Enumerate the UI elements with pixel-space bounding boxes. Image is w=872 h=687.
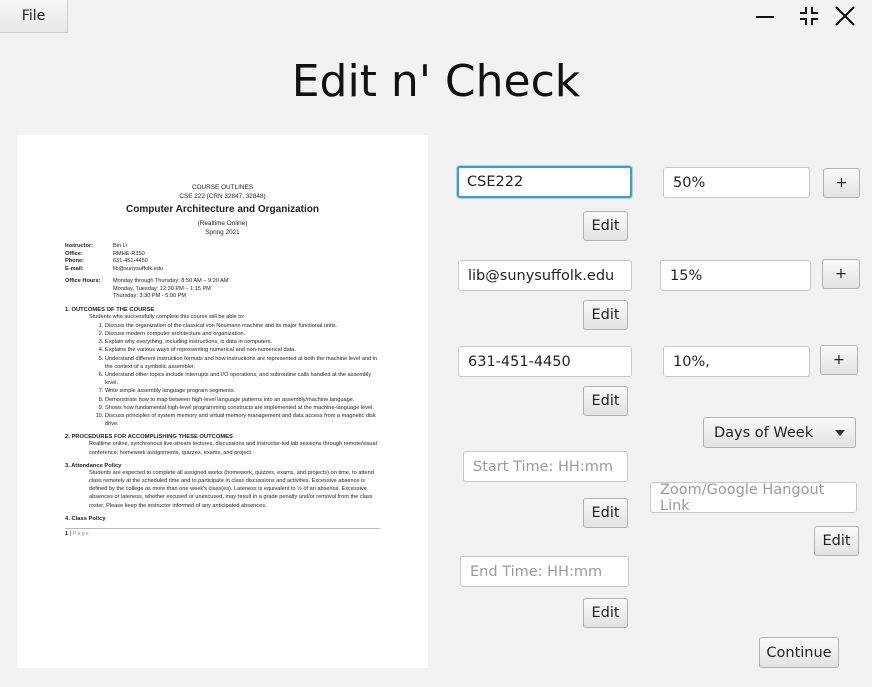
edit-start-time-button[interactable]: Edit [583, 498, 628, 528]
doc-course-title: Computer Architecture and Organization [126, 204, 319, 215]
doc-section-heading: 4. Class Policy [65, 515, 106, 522]
doc-office-hours-key: Office Hours: [65, 278, 101, 284]
add-button-3[interactable]: + [820, 345, 858, 375]
email-field[interactable]: lib@sunysuffolk.edu [458, 260, 632, 291]
file-menu[interactable]: File [0, 0, 68, 33]
doc-info-value: RMHE-R350 [113, 250, 145, 257]
close-icon[interactable] [830, 2, 860, 30]
end-time-field[interactable]: End Time: HH:mm [460, 556, 629, 587]
list-item: Explain why everything, including instru… [105, 338, 380, 346]
doc-subheading: CSE 222 (CRN 32847, 32848) [179, 193, 266, 200]
percent-field-1[interactable]: 50% [663, 167, 810, 198]
list-item: Demonstrate how to map between high-leve… [105, 396, 380, 404]
list-item: Discuss the organization of the classica… [105, 322, 380, 330]
doc-mode: (Realtime Online) [197, 220, 248, 227]
minimize-icon[interactable] [750, 2, 780, 30]
doc-heading: COURSE OUTLINES [191, 184, 254, 191]
doc-outcomes-list: Discuss the organization of the classica… [65, 322, 380, 429]
days-of-week-select[interactable]: Days of Week [703, 417, 856, 448]
percent-field-2[interactable]: 15% [660, 260, 811, 291]
doc-info-key: Office: [65, 250, 83, 257]
document-preview: COURSE OUTLINES CSE 222 (CRN 32847, 3284… [17, 135, 428, 668]
meeting-link-field[interactable]: Zoom/Google Hangout Link [650, 482, 857, 514]
doc-office-hours: Monday through Thursday: 8:50 AM – 9:20 … [113, 278, 229, 284]
course-code-field[interactable]: CSE222 [457, 166, 632, 198]
doc-info-key: E-mail: [65, 265, 84, 272]
doc-info-key: Instructor: [65, 243, 93, 249]
list-item: Explains the various ways of representin… [105, 346, 380, 354]
doc-footer: 1 | Page [65, 527, 380, 537]
list-item: Understand different instruction formats… [105, 355, 380, 371]
edit-end-time-button[interactable]: Edit [583, 598, 628, 628]
doc-page-number: 1 [65, 530, 69, 537]
doc-paragraph: Students are expected to complete all as… [89, 469, 374, 509]
doc-info-key: Phone: [65, 258, 84, 264]
edit-phone-button[interactable]: Edit [583, 386, 628, 416]
list-item: Write simple assembly language program s… [105, 387, 380, 395]
edit-email-button[interactable]: Edit [583, 300, 628, 330]
continue-button[interactable]: Continue [759, 637, 839, 668]
list-item: Shows how fundamental high-level program… [105, 404, 380, 412]
doc-term: Spring 2021 [205, 229, 240, 236]
phone-field[interactable]: 631-451-4450 [458, 346, 632, 377]
list-item: Understand other topics include interrup… [105, 371, 380, 387]
edit-course-button[interactable]: Edit [583, 211, 628, 241]
list-item: Discuss principles of system memory and … [105, 412, 380, 428]
doc-paragraph: Realtime online, synchronous live-stream… [89, 441, 377, 456]
edit-link-button[interactable]: Edit [814, 526, 859, 556]
restore-icon[interactable] [794, 2, 824, 30]
add-button-1[interactable]: + [823, 168, 860, 198]
page-title: Edit n' Check [291, 56, 581, 107]
percent-field-3[interactable]: 10%, [663, 346, 810, 377]
doc-page-label: Page [72, 530, 90, 537]
doc-office-hours: Monday, Tuesday: 12:30 PM – 1:15 PM [113, 285, 211, 292]
chevron-down-icon [835, 429, 845, 436]
doc-info-value: lib@sunysuffolk.edu [113, 265, 164, 272]
doc-info-value: Bin Li [113, 243, 127, 249]
days-selected-label: Days of Week [714, 424, 814, 441]
doc-info-value: 631-451-4450 [113, 258, 148, 264]
list-item: Discuss modern computer architecture and… [105, 330, 380, 338]
doc-office-hours: Thursday: 3:30 PM - 5:00 PM [113, 293, 187, 299]
doc-paragraph: Students who successfully complete this … [89, 313, 245, 320]
start-time-field[interactable]: Start Time: HH:mm [463, 451, 628, 482]
add-button-2[interactable]: + [822, 259, 860, 289]
